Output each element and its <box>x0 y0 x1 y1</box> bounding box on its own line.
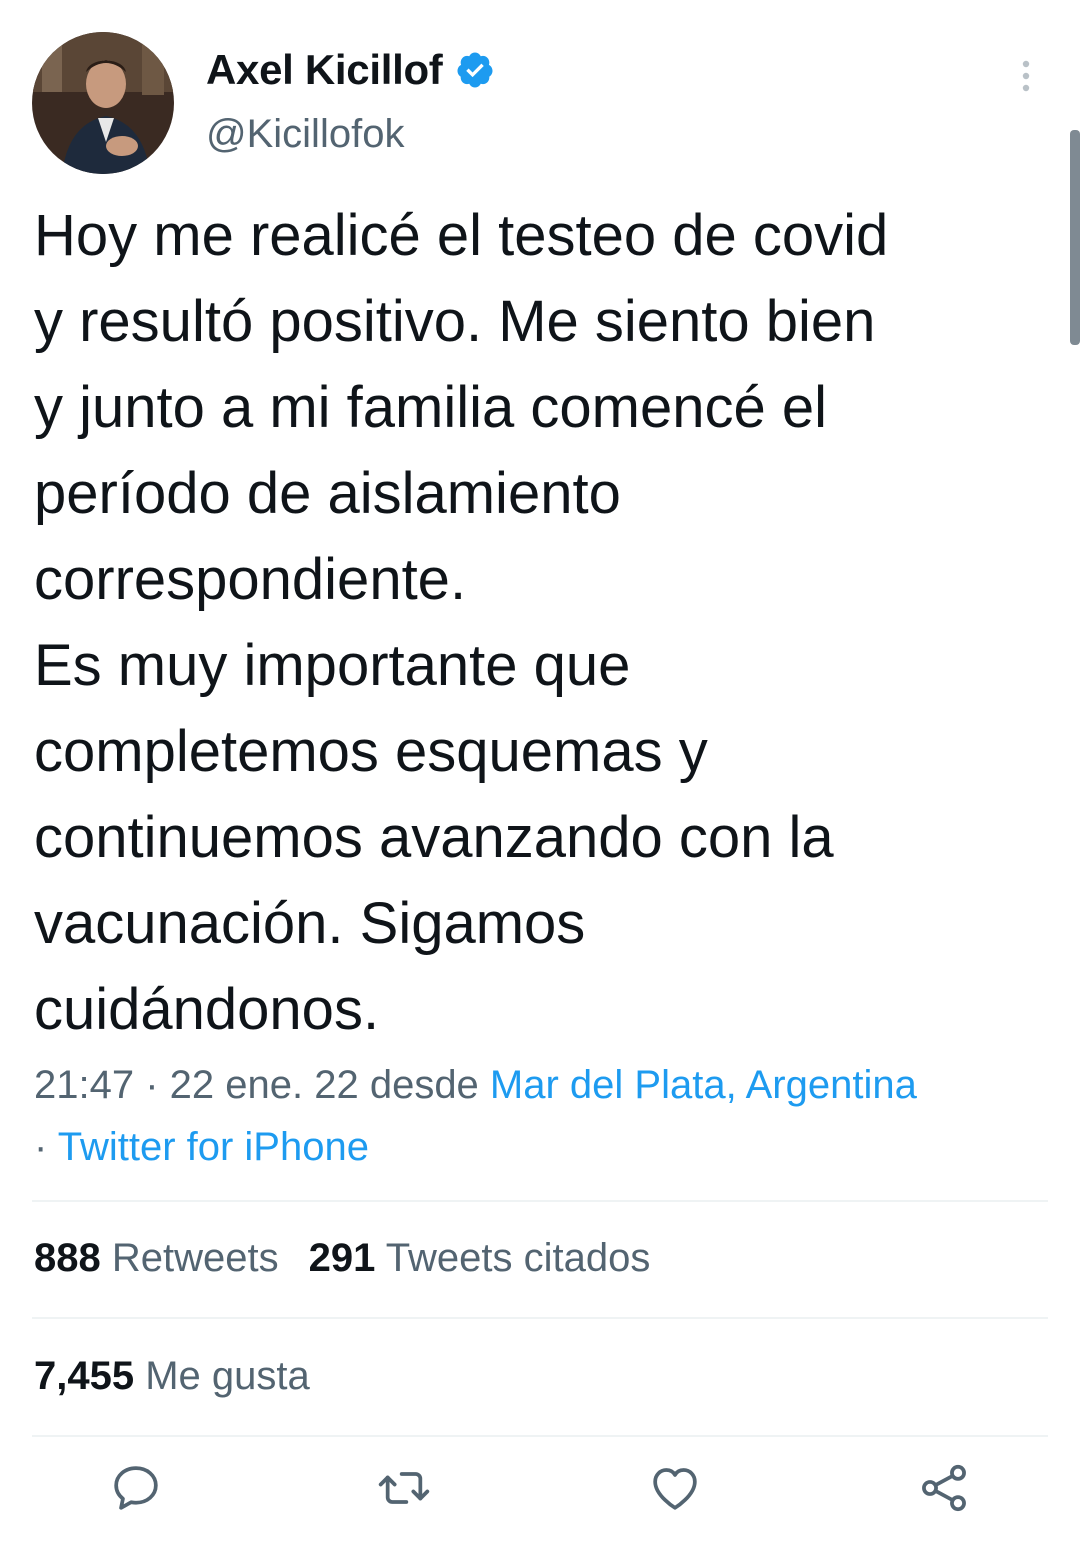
scrollbar-thumb[interactable] <box>1070 130 1080 345</box>
tweet-line: Hoy me realicé el testeo de covid <box>34 203 889 268</box>
quotes-stat[interactable]: 291 Tweets citados <box>309 1236 651 1281</box>
meta-separator: · <box>34 1125 58 1169</box>
action-bar <box>0 1460 1080 1520</box>
likes-stat[interactable]: 7,455 Me gusta <box>34 1354 310 1399</box>
share-icon <box>922 1464 966 1512</box>
verified-badge-icon <box>456 52 492 88</box>
like-button[interactable] <box>647 1460 703 1516</box>
avatar-photo-icon <box>32 32 174 174</box>
location-link[interactable]: Mar del Plata, Argentina <box>490 1063 917 1107</box>
share-button[interactable] <box>916 1460 972 1516</box>
retweets-stat[interactable]: 888 Retweets <box>34 1236 279 1281</box>
reply-button[interactable] <box>108 1460 164 1516</box>
display-name[interactable]: Axel Kicillof <box>206 46 495 94</box>
likes-label: Me gusta <box>145 1354 310 1398</box>
retweets-count: 888 <box>34 1236 101 1280</box>
retweets-label: Retweets <box>111 1236 279 1280</box>
likes-stats-row: 7,455 Me gusta <box>34 1354 340 1399</box>
likes-count: 7,455 <box>34 1354 135 1398</box>
avatar[interactable] <box>32 32 174 174</box>
tweet-text: Hoy me realicé el testeo de covid y resu… <box>34 193 1064 1053</box>
retweet-icon <box>378 1472 430 1504</box>
quotes-label: Tweets citados <box>385 1236 651 1280</box>
tweet-line: cuidándonos. <box>34 977 380 1042</box>
divider <box>32 1435 1048 1437</box>
display-name-text: Axel Kicillof <box>206 46 443 93</box>
more-options-button[interactable] <box>1006 56 1046 96</box>
tweet-line: período de aislamiento <box>34 461 621 526</box>
tweet-line: Es muy importante que <box>34 633 631 698</box>
tweet-header: Axel Kicillof @Kicillofok <box>0 0 1080 190</box>
more-vertical-icon <box>1022 60 1030 92</box>
divider <box>32 1317 1048 1319</box>
retweet-button[interactable] <box>376 1460 432 1516</box>
retweet-stats-row: 888 Retweets 291 Tweets citados <box>34 1236 680 1281</box>
timestamp[interactable]: 21:47 · 22 ene. 22 desde <box>34 1063 490 1107</box>
heart-icon <box>653 1468 697 1510</box>
tweet-line: continuemos avanzando con la <box>34 805 834 870</box>
tweet-line: correspondiente. <box>34 547 467 612</box>
tweet-line: y junto a mi familia comencé el <box>34 375 827 440</box>
reply-icon <box>114 1466 158 1510</box>
tweet-line: completemos esquemas y <box>34 719 708 784</box>
tweet-line: vacunación. Sigamos <box>34 891 586 956</box>
source-link[interactable]: Twitter for iPhone <box>58 1125 369 1169</box>
tweet-meta: 21:47 · 22 ene. 22 desde Mar del Plata, … <box>34 1054 1064 1178</box>
divider <box>32 1200 1048 1202</box>
tweet-line: y resultó positivo. Me siento bien <box>34 289 876 354</box>
handle[interactable]: @Kicillofok <box>206 112 404 157</box>
quotes-count: 291 <box>308 1236 376 1280</box>
